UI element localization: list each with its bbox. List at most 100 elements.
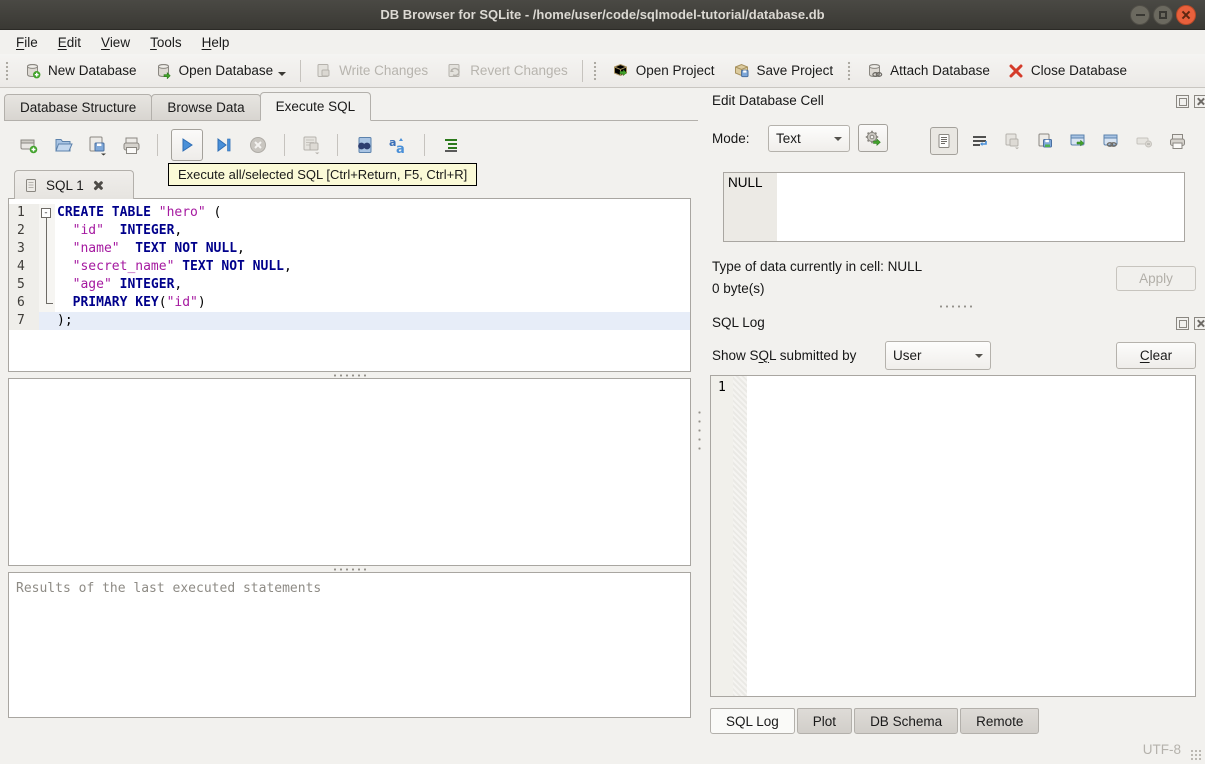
- toolbar-drag-handle[interactable]: [847, 60, 853, 81]
- float-panel-icon[interactable]: [1176, 317, 1189, 330]
- attach-database-icon: [866, 62, 883, 79]
- execute-sql-button[interactable]: [171, 129, 203, 161]
- menubar: File Edit View Tools Help: [0, 30, 1205, 54]
- new-database-label: New Database: [48, 63, 137, 78]
- float-panel-icon[interactable]: [1176, 95, 1189, 108]
- open-external-button[interactable]: [1066, 129, 1090, 153]
- sql-tab-close-icon[interactable]: [93, 180, 104, 191]
- clear-log-button[interactable]: Clear: [1116, 342, 1196, 369]
- editor-line[interactable]: 1- CREATE TABLE "hero" (: [9, 204, 690, 222]
- cell-editor-toolbar: [930, 127, 1189, 155]
- tab-database-structure[interactable]: Database Structure: [4, 94, 153, 121]
- editor-line[interactable]: 5 "age" INTEGER,: [9, 276, 690, 294]
- save-project-button[interactable]: Save Project: [724, 58, 843, 83]
- new-sql-tab-button[interactable]: [16, 132, 42, 158]
- close-button[interactable]: [1176, 5, 1196, 25]
- execute-current-line-button[interactable]: [211, 132, 237, 158]
- code-text: "name" TEXT NOT NULL,: [72, 241, 245, 256]
- toolbar-drag-handle[interactable]: [5, 60, 10, 81]
- export-icon: [1038, 133, 1052, 148]
- sql-log-filter-combobox[interactable]: User: [885, 341, 991, 370]
- results-grid-pane[interactable]: [8, 378, 691, 566]
- open-sql-file-button[interactable]: [50, 132, 76, 158]
- print-cell-button[interactable]: [1165, 129, 1189, 153]
- titlebar[interactable]: DB Browser for SQLite - /home/user/code/…: [0, 0, 1205, 30]
- sql-toolbar-separator: [157, 134, 158, 156]
- sql-toolbar-separator: [337, 134, 338, 156]
- close-panel-icon[interactable]: [1194, 317, 1205, 330]
- gear-arrow-icon: [865, 130, 881, 146]
- print-button[interactable]: [118, 132, 144, 158]
- mode-combobox[interactable]: Text: [768, 125, 850, 152]
- text-mode-button[interactable]: [930, 127, 958, 155]
- menu-edit[interactable]: Edit: [48, 32, 91, 53]
- auto-apply-button[interactable]: [858, 124, 888, 152]
- open-database-dropdown-icon[interactable]: [278, 71, 287, 80]
- menu-tools[interactable]: Tools: [140, 32, 192, 53]
- stop-button: [245, 132, 271, 158]
- attach-database-button[interactable]: Attach Database: [857, 58, 999, 83]
- tab-browse-data[interactable]: Browse Data: [151, 94, 261, 121]
- save-sql-file-button[interactable]: [84, 132, 110, 158]
- export-cell-button[interactable]: [1033, 129, 1057, 153]
- stop-icon: [250, 137, 266, 153]
- editor-line[interactable]: 7);: [9, 312, 690, 330]
- close-database-button[interactable]: Close Database: [999, 59, 1136, 83]
- chevron-down-icon: [975, 353, 983, 362]
- edit-cell-dock-controls: [1176, 95, 1205, 108]
- menu-file[interactable]: File: [6, 32, 48, 53]
- cell-editor[interactable]: NULL: [723, 172, 1185, 242]
- cell-editor-content[interactable]: [777, 173, 1184, 241]
- word-wrap-button[interactable]: [967, 129, 991, 153]
- sql-log-dock-controls: [1176, 317, 1205, 330]
- sql-log-view[interactable]: 1: [710, 375, 1196, 697]
- tab-execute-sql[interactable]: Execute SQL: [259, 92, 372, 121]
- new-sql-tab-icon: [20, 139, 38, 154]
- dock-tab-db-schema[interactable]: DB Schema: [854, 708, 959, 734]
- indent-button[interactable]: [438, 132, 464, 158]
- sql-log-content[interactable]: [747, 376, 1195, 696]
- new-database-button[interactable]: New Database: [15, 58, 146, 83]
- toolbar-drag-handle[interactable]: [592, 60, 598, 81]
- dock-splitter-handle[interactable]: [938, 305, 974, 308]
- new-database-icon: [24, 62, 41, 79]
- editor-line[interactable]: 6 PRIMARY KEY("id"): [9, 294, 690, 312]
- sql-toolbar: aa: [16, 129, 464, 161]
- sql-editor[interactable]: 1- CREATE TABLE "hero" (2 "id" INTEGER, 3 …: [8, 198, 691, 372]
- fold-margin: [39, 294, 55, 312]
- write-changes-label: Write Changes: [339, 63, 429, 78]
- find-button[interactable]: [351, 132, 377, 158]
- minimize-button[interactable]: [1130, 5, 1150, 25]
- format-sql-button[interactable]: aa: [385, 132, 411, 158]
- dock-tab-plot[interactable]: Plot: [796, 708, 853, 734]
- close-panel-icon[interactable]: [1194, 95, 1205, 108]
- mode-value: Text: [776, 131, 801, 146]
- print-icon: [1169, 133, 1185, 149]
- editor-line[interactable]: 3 "name" TEXT NOT NULL,: [9, 240, 690, 258]
- editor-line[interactable]: 2 "id" INTEGER,: [9, 222, 690, 240]
- open-project-button[interactable]: Open Project: [603, 58, 724, 83]
- sql-document-icon: [26, 178, 36, 192]
- line-number: 3: [9, 240, 39, 258]
- vertical-splitter-handle[interactable]: [698, 408, 701, 450]
- set-null-button: [1132, 129, 1156, 153]
- resize-grip[interactable]: [1190, 749, 1201, 760]
- link-button[interactable]: [1099, 129, 1123, 153]
- open-database-button[interactable]: Open Database: [146, 58, 296, 84]
- line-number: 2: [9, 222, 39, 240]
- fold-margin[interactable]: -: [39, 204, 55, 222]
- results-message-pane[interactable]: Results of the last executed statements: [8, 572, 691, 718]
- results-placeholder: Results of the last executed statements: [16, 581, 322, 596]
- sql-document-tab[interactable]: SQL 1: [14, 170, 134, 199]
- dock-tab-sql-log[interactable]: SQL Log: [710, 708, 795, 734]
- open-external-icon: [1070, 134, 1085, 147]
- sql-toolbar-separator: [424, 134, 425, 156]
- menu-view[interactable]: View: [91, 32, 140, 53]
- maximize-button[interactable]: [1153, 5, 1173, 25]
- execute-sql-tooltip: Execute all/selected SQL [Ctrl+Return, F…: [168, 163, 478, 186]
- editor-line[interactable]: 4 "secret_name" TEXT NOT NULL,: [9, 258, 690, 276]
- open-database-icon: [155, 62, 172, 79]
- dock-tab-remote[interactable]: Remote: [960, 708, 1040, 734]
- menu-help[interactable]: Help: [192, 32, 240, 53]
- execute-current-line-icon: [217, 138, 231, 152]
